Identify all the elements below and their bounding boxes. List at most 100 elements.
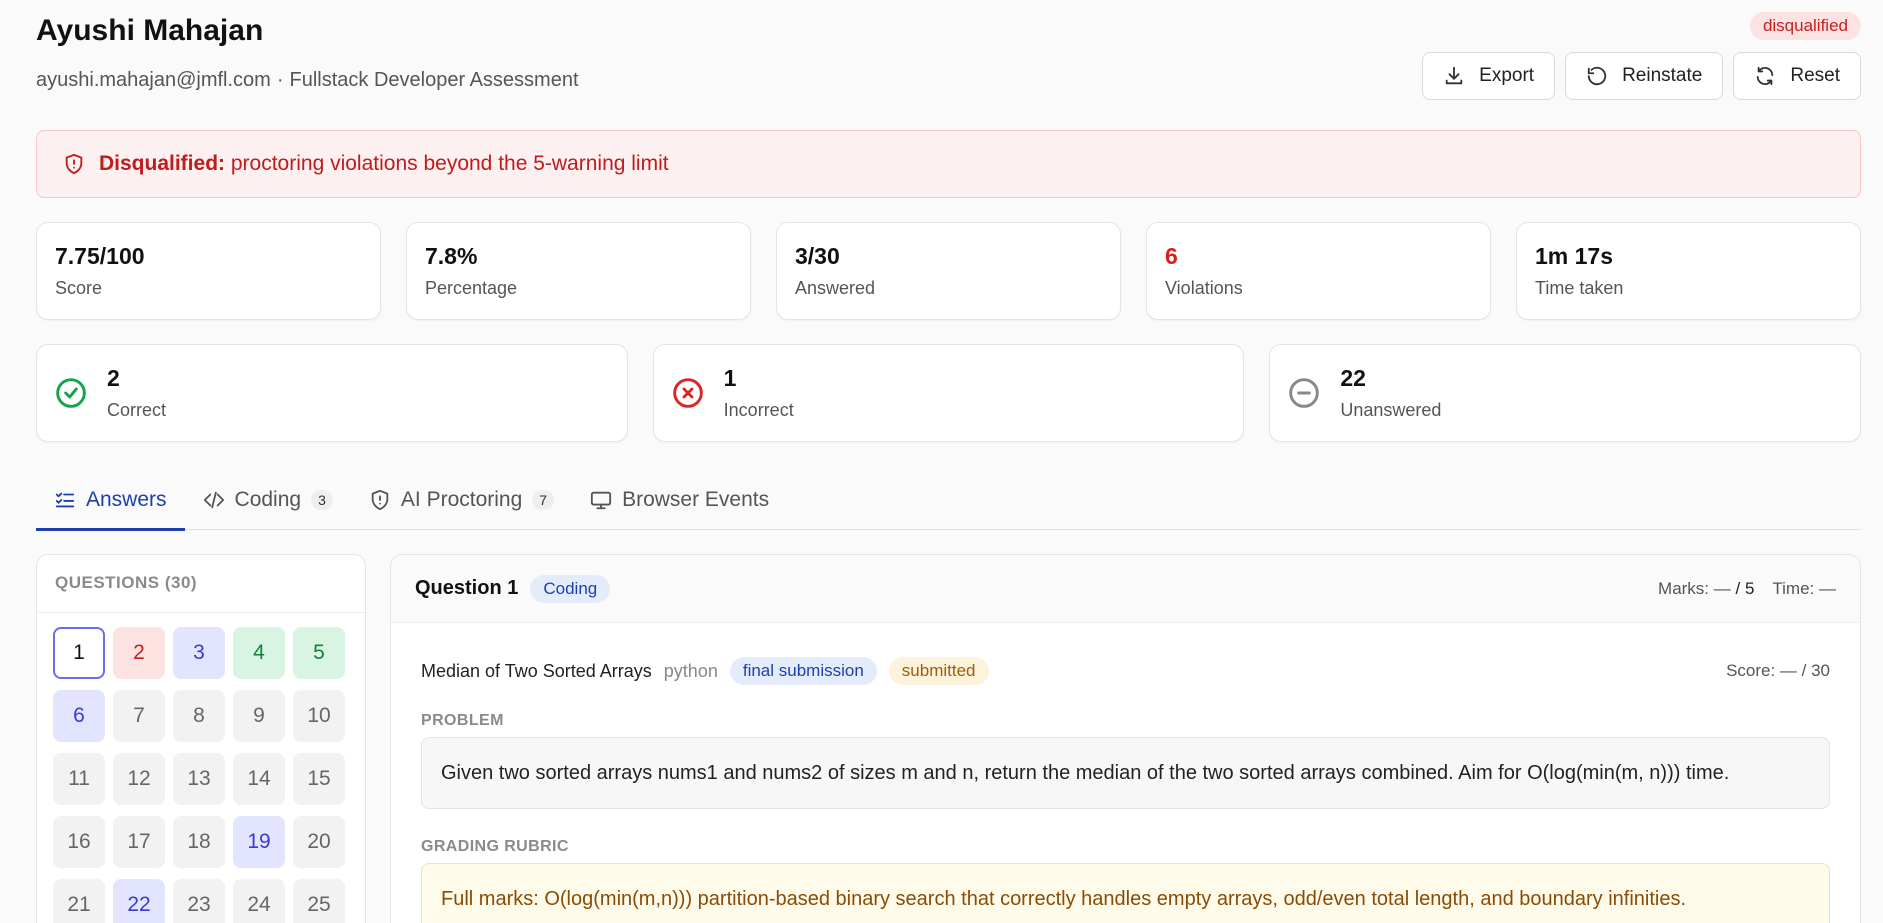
result-label: Incorrect [723,400,794,420]
question-cell[interactable]: 6 [53,690,105,742]
question-cell[interactable]: 13 [173,753,225,805]
question-detail-header: Question 1 Coding Marks: — / 5 Time: — [391,555,1860,623]
tab-label: Answers [86,488,167,511]
score-readout: Score: — / 30 [1726,661,1830,680]
question-cell[interactable]: 18 [173,816,225,868]
question-cell[interactable]: 12 [113,753,165,805]
tab-bar: Answers Coding 3 AI Proctoring 7 Browser… [36,470,1861,531]
question-cell[interactable]: 10 [293,690,345,742]
stat-value: 6 [1165,243,1178,269]
shield-alert-icon [65,153,83,175]
reset-button[interactable]: Reset [1733,52,1861,100]
stat-label: Score [55,278,103,298]
question-cell[interactable]: 21 [53,879,105,923]
export-button[interactable]: Export [1422,52,1556,100]
candidate-header: Ayushi Mahajan ayushi.mahajan@jmfl.com · F… [36,12,1861,102]
results-row: 2 Correct 1 Incorrect 22 Unanswered [36,344,1862,442]
problem-section-label: PROBLEM [421,712,504,729]
minus-circle-icon [1289,378,1320,408]
stat-card-time-taken: 1m 17s Time taken [1516,222,1861,320]
language-label: python [663,660,718,681]
alert-title: Disqualified: [99,152,226,175]
reinstate-button[interactable]: Reinstate [1565,52,1724,100]
reset-button-label: Reset [1790,65,1840,86]
marks-label: Marks: — [1658,579,1731,598]
question-cell[interactable]: 25 [293,879,345,923]
problem-name: Median of Two Sorted Arrays [421,660,652,681]
submission-badge: final submission [729,657,877,685]
grading-rubric: Full marks: O(log(min(m,n))) partition-b… [421,863,1830,923]
question-grid: 1 2 3 4 5 6 7 8 9 10 11 12 13 14 15 16 1… [37,613,365,923]
question-cell[interactable]: 14 [233,753,285,805]
result-value: 2 [107,365,120,391]
tab-coding[interactable]: Coding 3 [185,470,351,530]
question-cell[interactable]: 11 [53,753,105,805]
tab-ai-proctoring[interactable]: AI Proctoring 7 [351,470,572,530]
marks-readout: Marks: — / 5 [1658,579,1754,599]
undo-icon [1587,66,1607,86]
time-readout: Time: — [1772,579,1836,598]
tab-answers[interactable]: Answers [36,470,185,531]
question-cell[interactable]: 16 [53,816,105,868]
subtitle-separator: · [276,69,284,91]
question-meta: Marks: — / 5 Time: — [1658,579,1836,599]
stat-card-percentage: 7.8% Percentage [406,222,751,320]
candidate-subtitle: ayushi.mahajan@jmfl.com · Fullstack Develo… [36,69,579,92]
questions-panel: QUESTIONS (30) 1 2 3 4 5 6 7 8 9 10 11 1… [36,554,366,923]
stat-label: Time taken [1535,278,1624,298]
code-icon [203,491,224,509]
question-cell[interactable]: 15 [293,753,345,805]
result-label: Unanswered [1340,400,1442,420]
candidate-email: ayushi.mahajan@jmfl.com [36,69,271,91]
result-card-correct: 2 Correct [36,344,628,442]
x-circle-icon [672,378,703,408]
tab-label: Browser Events [622,488,770,511]
question-cell[interactable]: 22 [113,879,165,923]
stat-card-violations: 6 Violations [1146,222,1491,320]
marks-total: / 5 [1735,579,1755,598]
submission-row: Median of Two Sorted Arrays python final… [421,655,1830,687]
stat-card-answered: 3/30 Answered [776,222,1121,320]
tab-count-badge: 3 [311,490,333,510]
question-cell[interactable]: 19 [233,816,285,868]
question-cell[interactable]: 17 [113,816,165,868]
check-circle-icon [56,378,86,408]
shield-alert-icon [371,489,389,511]
question-cell[interactable]: 8 [173,690,225,742]
question-cell[interactable]: 23 [173,879,225,923]
result-value: 22 [1340,365,1366,391]
question-cell[interactable]: 1 [53,627,105,679]
question-cell[interactable]: 9 [233,690,285,742]
refresh-icon [1757,66,1774,86]
reinstate-button-label: Reinstate [1622,65,1703,86]
stat-label: Violations [1165,278,1243,298]
tab-label: AI Proctoring [400,488,523,511]
question-cell[interactable]: 2 [113,627,165,679]
candidate-name: Ayushi Mahajan [36,14,264,47]
result-card-unanswered: 22 Unanswered [1269,344,1862,442]
question-cell[interactable]: 24 [233,879,285,923]
question-title: Question 1 [415,577,519,599]
header-actions: Export Reinstate Reset [1422,52,1861,100]
rubric-section-label: GRADING RUBRIC [421,838,569,855]
tab-browser-events[interactable]: Browser Events [572,470,787,530]
stat-label: Answered [795,278,876,298]
question-cell[interactable]: 5 [293,627,345,679]
assessment-name: Fullstack Developer Assessment [289,69,579,91]
tab-count-badge: 7 [532,490,555,510]
stat-value: 7.75/100 [55,243,145,269]
question-cell[interactable]: 20 [293,816,345,868]
problem-statement: Given two sorted arrays nums1 and nums2 … [421,737,1830,809]
question-cell[interactable]: 7 [113,690,165,742]
list-checks-icon [55,492,75,508]
question-cell[interactable]: 3 [173,627,225,679]
disqualified-alert: Disqualified: proctoring violations beyo… [36,130,1861,198]
stat-card-score: 7.75/100 Score [36,222,381,320]
status-badge: disqualified [1749,12,1861,40]
export-button-label: Export [1479,65,1535,86]
stats-row: 7.75/100 Score 7.8% Percentage 3/30 Answ… [36,222,1861,320]
stat-label: Percentage [425,278,518,298]
tab-label: Coding [234,488,302,511]
question-cell[interactable]: 4 [233,627,285,679]
result-label: Correct [107,400,167,420]
